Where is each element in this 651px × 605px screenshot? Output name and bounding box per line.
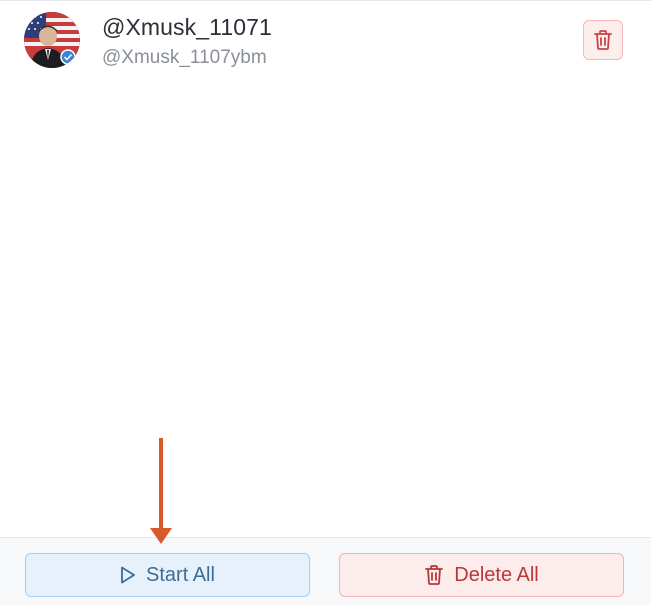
profile-photo — [24, 12, 80, 68]
avatar[interactable] — [24, 12, 80, 68]
account-names: @Xmusk_11071 @Xmusk_1107ybm — [102, 13, 272, 70]
delete-account-button[interactable] — [583, 20, 623, 60]
start-all-label: Start All — [146, 563, 215, 586]
account-handle: @Xmusk_1107ybm — [102, 47, 267, 68]
play-icon — [120, 566, 136, 584]
delete-all-button[interactable]: Delete All — [339, 553, 624, 597]
delete-all-label: Delete All — [454, 563, 539, 586]
account-display-name: @Xmusk_11071 — [102, 14, 272, 40]
start-all-button[interactable]: Start All — [25, 553, 310, 597]
account-row[interactable]: @Xmusk_11071 @Xmusk_1107ybm — [0, 0, 651, 82]
arrow-down-icon — [150, 438, 172, 544]
trash-icon — [594, 30, 612, 50]
accounts-panel: @Xmusk_11071 @Xmusk_1107ybm Start All De… — [0, 0, 651, 605]
trash-icon — [424, 564, 444, 586]
footer-actions: Start All Delete All — [0, 538, 651, 605]
